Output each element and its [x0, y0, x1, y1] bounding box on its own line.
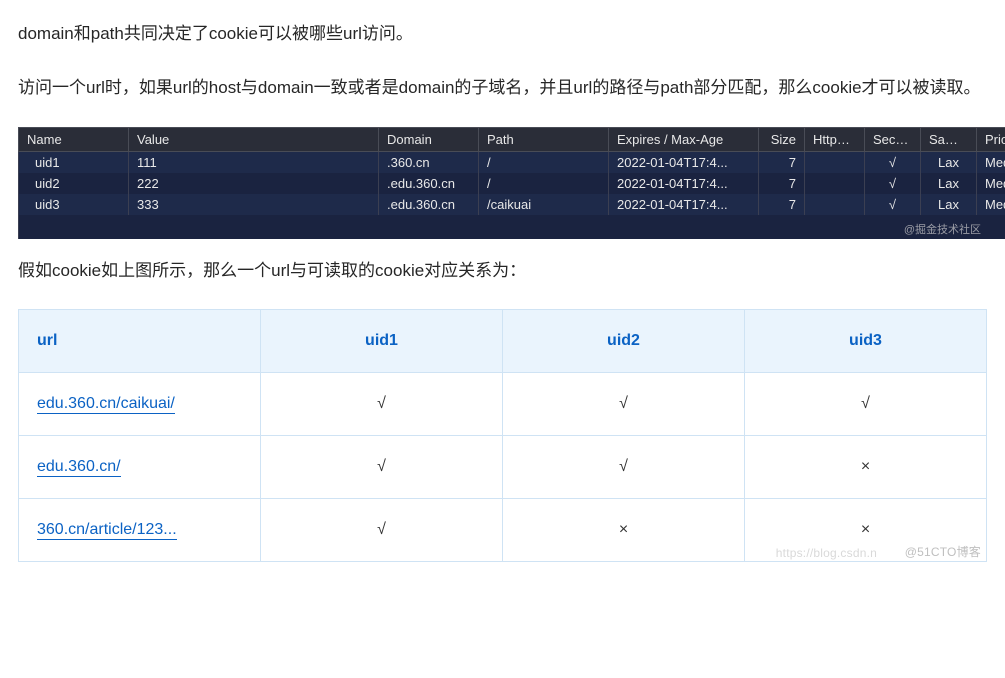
table-row: edu.360.cn/ √ √ × [19, 435, 987, 498]
url-link[interactable]: 360.cn/article/123... [37, 521, 177, 540]
cell-name: uid3 [19, 194, 129, 215]
cell-secure: √ [865, 173, 921, 194]
cell-secure: √ [865, 151, 921, 173]
paragraph-3: 假如cookie如上图所示，那么一个url与可读取的cookie对应关系为： [18, 255, 987, 287]
url-link[interactable]: edu.360.cn/ [37, 458, 121, 477]
cell-size: 7 [759, 194, 805, 215]
mapping-header-row: url uid1 uid2 uid3 [19, 309, 987, 372]
cell-samesite: Lax [921, 194, 977, 215]
cell-expires: 2022-01-04T17:4... [609, 151, 759, 173]
cell-uid2: × [503, 498, 745, 561]
cell-value: 222 [129, 173, 379, 194]
cell-httponly [805, 173, 865, 194]
cell-secure: √ [865, 194, 921, 215]
col-value[interactable]: Value [129, 127, 379, 151]
watermark-csdn: https://blog.csdn.n [776, 546, 877, 560]
paragraph-2: 访问一个url时，如果url的host与domain一致或者是domain的子域… [18, 72, 987, 104]
url-cookie-mapping: url uid1 uid2 uid3 edu.360.cn/caikuai/ √… [18, 309, 987, 562]
col-domain[interactable]: Domain [379, 127, 479, 151]
col-expires[interactable]: Expires / Max-Age [609, 127, 759, 151]
col-priority[interactable]: Priority [977, 127, 1005, 151]
cell-domain: .edu.360.cn [379, 194, 479, 215]
devtools-cookies-panel: Name Value Domain Path Expires / Max-Age… [18, 127, 987, 239]
col-uid1: uid1 [261, 309, 503, 372]
col-samesite[interactable]: Same... [921, 127, 977, 151]
cell-path: / [479, 173, 609, 194]
cell-uid3: √ [745, 372, 987, 435]
cell-path: /caikuai [479, 194, 609, 215]
watermark-51cto: @51CTO博客 [905, 543, 981, 560]
col-name[interactable]: Name [19, 127, 129, 151]
col-path[interactable]: Path [479, 127, 609, 151]
cell-samesite: Lax [921, 151, 977, 173]
col-uid2: uid2 [503, 309, 745, 372]
col-secure[interactable]: Secure [865, 127, 921, 151]
cell-priority: Medium [977, 194, 1005, 215]
table-row[interactable]: uid1 111 .360.cn / 2022-01-04T17:4... 7 … [19, 151, 1005, 173]
cell-uid3: × [745, 435, 987, 498]
cell-uid2: √ [503, 435, 745, 498]
cell-name: uid2 [19, 173, 129, 194]
cell-size: 7 [759, 173, 805, 194]
cell-url: 360.cn/article/123... [19, 498, 261, 561]
devtools-header-row: Name Value Domain Path Expires / Max-Age… [19, 127, 1005, 151]
cell-expires: 2022-01-04T17:4... [609, 194, 759, 215]
watermark-juejin: @掘金技术社区 [904, 221, 981, 237]
table-row[interactable]: uid2 222 .edu.360.cn / 2022-01-04T17:4..… [19, 173, 1005, 194]
cell-httponly [805, 151, 865, 173]
cell-uid1: √ [261, 498, 503, 561]
mapping-table: url uid1 uid2 uid3 edu.360.cn/caikuai/ √… [18, 309, 987, 562]
cell-expires: 2022-01-04T17:4... [609, 173, 759, 194]
cell-domain: .360.cn [379, 151, 479, 173]
cell-url: edu.360.cn/ [19, 435, 261, 498]
cell-name: uid1 [19, 151, 129, 173]
url-link[interactable]: edu.360.cn/caikuai/ [37, 395, 175, 414]
cell-url: edu.360.cn/caikuai/ [19, 372, 261, 435]
cell-value: 333 [129, 194, 379, 215]
col-httponly[interactable]: HttpO... [805, 127, 865, 151]
cell-domain: .edu.360.cn [379, 173, 479, 194]
cell-priority: Medium [977, 151, 1005, 173]
cell-size: 7 [759, 151, 805, 173]
cell-samesite: Lax [921, 173, 977, 194]
cell-uid2: √ [503, 372, 745, 435]
cell-value: 111 [129, 151, 379, 173]
col-size[interactable]: Size [759, 127, 805, 151]
cell-httponly [805, 194, 865, 215]
cell-uid1: √ [261, 372, 503, 435]
table-row-empty [19, 215, 1005, 239]
table-row: edu.360.cn/caikuai/ √ √ √ [19, 372, 987, 435]
col-uid3: uid3 [745, 309, 987, 372]
cell-path: / [479, 151, 609, 173]
cell-uid1: √ [261, 435, 503, 498]
paragraph-1: domain和path共同决定了cookie可以被哪些url访问。 [18, 18, 987, 50]
col-url: url [19, 309, 261, 372]
table-row[interactable]: uid3 333 .edu.360.cn /caikuai 2022-01-04… [19, 194, 1005, 215]
cell-priority: Medium [977, 173, 1005, 194]
devtools-cookies-table: Name Value Domain Path Expires / Max-Age… [18, 127, 1005, 239]
